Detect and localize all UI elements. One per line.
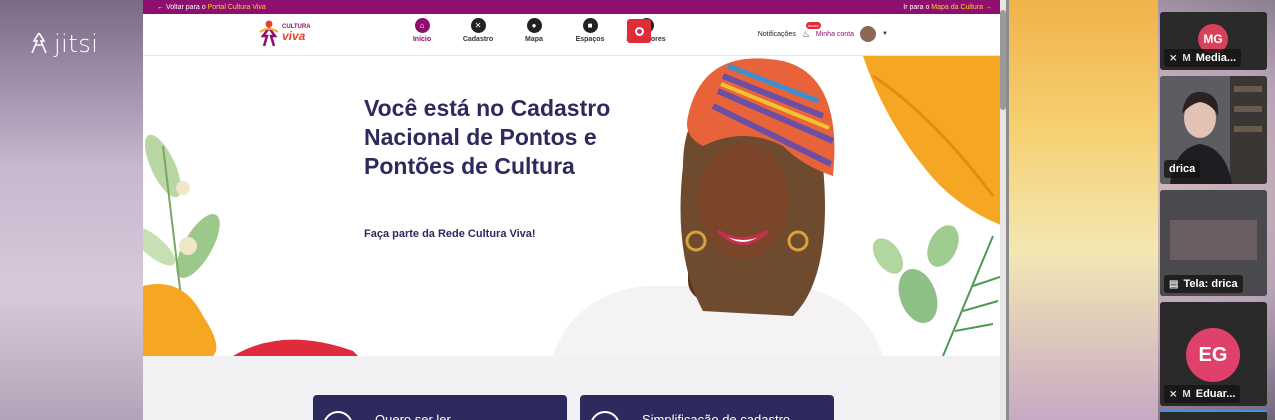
cultura-viva-mark-icon: [259, 20, 279, 47]
hero-banner: Você está no Cadastro Nacional de Pontos…: [143, 56, 1003, 356]
brand-line2: viva: [282, 29, 306, 43]
map-pin-icon: ●: [526, 18, 542, 33]
hero-title: Você está no Cadastro Nacional de Pontos…: [364, 95, 611, 179]
back-to-portal[interactable]: ← Voltar para o Portal Cultura Viva: [157, 4, 266, 11]
feature-card-2[interactable]: Simplificação de cadastro: [580, 395, 834, 420]
chevron-down-icon[interactable]: ▼: [882, 31, 888, 37]
register-icon: ✕: [470, 18, 486, 33]
background-left: [0, 0, 145, 420]
record-indicator-icon[interactable]: [627, 19, 651, 43]
card-icon: [590, 411, 620, 420]
account-menu[interactable]: Minha conta: [816, 31, 854, 38]
participant-name: drica: [1169, 163, 1196, 175]
participant-tile-screen-share[interactable]: ▤ Tela: drica: [1160, 190, 1267, 296]
map-link[interactable]: Mapa da Cultura →: [931, 4, 992, 11]
portal-link[interactable]: Portal Cultura Viva: [208, 4, 266, 11]
card-title: Quero ser ler...: [375, 412, 461, 420]
go-prefix: Ir para o: [903, 3, 930, 11]
participant-label: ▤ Tela: drica: [1164, 275, 1243, 293]
bell-icon[interactable]: ♨ novas: [802, 21, 821, 40]
participant-tile-drica[interactable]: drica: [1160, 76, 1267, 184]
avatar[interactable]: [860, 26, 877, 42]
participant-label: ⨯ M Eduar...: [1164, 385, 1241, 403]
mic-muted-icon: ⨯: [1169, 52, 1178, 64]
feature-card-1[interactable]: Quero ser ler...: [313, 395, 567, 420]
nav-item-mapa[interactable]: ● Mapa: [517, 18, 551, 43]
top-strip: ← Voltar para o Portal Cultura Viva Ir p…: [143, 0, 1006, 14]
nav-item-cadastro[interactable]: ✕ Cadastro: [461, 18, 495, 43]
cultura-viva-logo[interactable]: CULTURA viva: [258, 18, 311, 48]
content-area: [143, 356, 1003, 420]
home-icon: ⌂: [414, 18, 430, 33]
participant-tile-next[interactable]: [1160, 410, 1267, 420]
nav-label-inicio: Início: [412, 36, 432, 43]
nav-item-inicio[interactable]: ⌂ Início: [405, 18, 439, 43]
jitsi-brand-text: jitsi: [54, 30, 99, 58]
background-right: [1008, 0, 1158, 420]
moderator-icon: M: [1182, 52, 1191, 64]
participant-name: Media...: [1195, 52, 1237, 64]
scrollbar-thumb[interactable]: [1000, 10, 1006, 110]
screen-share-icon: ▤: [1169, 278, 1179, 290]
participant-label: drica: [1164, 160, 1201, 178]
page-scrollbar[interactable]: [1000, 0, 1006, 420]
participant-tile-eg[interactable]: EG ⨯ M Eduar...: [1160, 302, 1267, 406]
nav-item-espacos[interactable]: ■ Espaços: [573, 18, 607, 43]
nav-label-espacos: Espaços: [575, 36, 605, 43]
participant-label: ⨯ M Media...: [1164, 49, 1242, 67]
participant-name: Tela: drica: [1183, 278, 1238, 290]
hero-subtitle: Faça parte da Rede Cultura Viva!: [364, 228, 536, 240]
moderator-icon: M: [1182, 388, 1191, 400]
main-nav: ⌂ Início ✕ Cadastro ● Mapa ■ Espaços ▲ I…: [405, 18, 666, 43]
nav-label-cadastro: Cadastro: [462, 36, 494, 43]
notification-badge: novas: [805, 21, 821, 29]
building-icon: ■: [582, 18, 598, 33]
avatar: EG: [1186, 328, 1240, 382]
back-prefix: ← Voltar para o: [157, 3, 206, 11]
nav-label-mapa: Mapa: [525, 36, 543, 43]
participant-name: Eduar...: [1195, 388, 1236, 400]
card-title: Simplificação de cadastro: [642, 412, 791, 420]
card-icon: [323, 411, 353, 420]
jitsi-mark-icon: [31, 32, 47, 54]
participant-tile-mg[interactable]: MG ⨯ M Media...: [1160, 12, 1267, 70]
jitsi-logo: jitsi: [28, 30, 98, 58]
notifications-link[interactable]: Notificações: [758, 31, 796, 38]
go-to-map[interactable]: Ir para o Mapa da Cultura →: [903, 4, 992, 11]
site-navbar: CULTURA viva ⌂ Início ✕ Cadastro ● Mapa …: [143, 14, 1006, 56]
mic-muted-icon: ⨯: [1169, 388, 1178, 400]
user-area: Notificações ♨ novas Minha conta ▼: [758, 21, 888, 42]
shared-browser-screen[interactable]: ← Voltar para o Portal Cultura Viva Ir p…: [143, 0, 1009, 420]
